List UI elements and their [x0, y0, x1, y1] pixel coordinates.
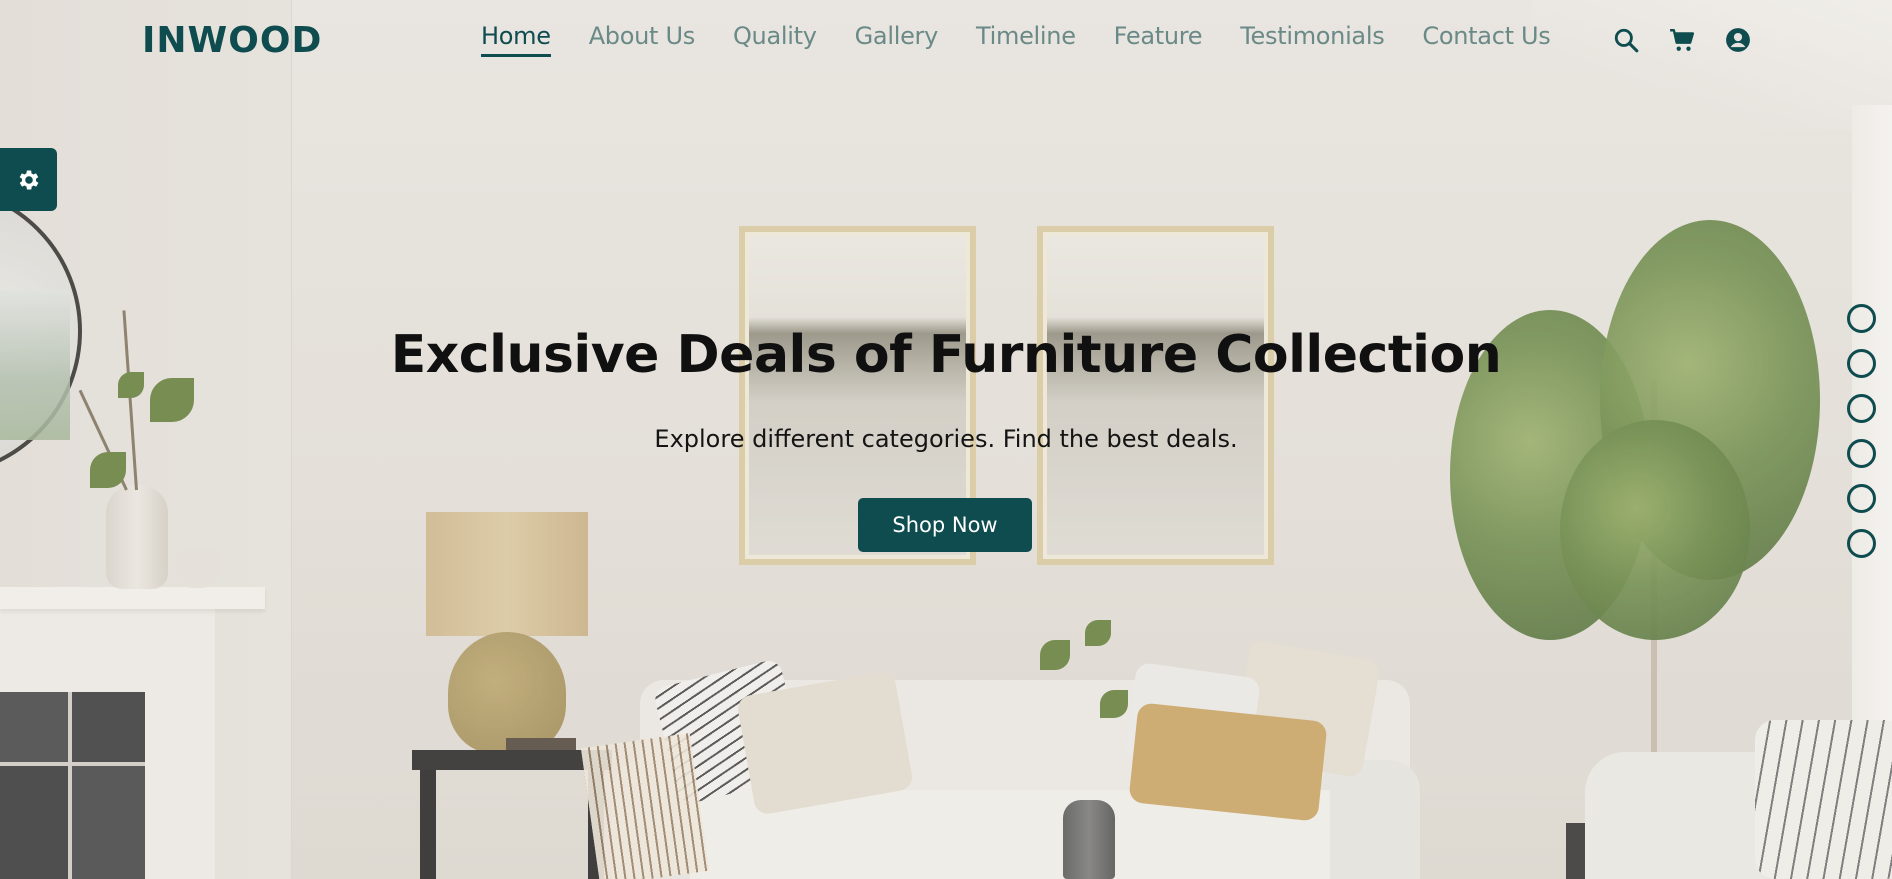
nav-gallery[interactable]: Gallery — [855, 22, 939, 57]
nav-about-us[interactable]: About Us — [589, 22, 696, 57]
cart-icon[interactable] — [1669, 27, 1695, 53]
hero-subtitle: Explore different categories. Find the b… — [654, 425, 1238, 453]
section-dot-2[interactable] — [1847, 349, 1876, 378]
nav-quality[interactable]: Quality — [733, 22, 817, 57]
nav-feature[interactable]: Feature — [1114, 22, 1203, 57]
gear-icon — [19, 169, 38, 190]
main-nav: Home About Us Quality Gallery Timeline F… — [481, 22, 1551, 57]
nav-home[interactable]: Home — [481, 22, 551, 57]
nav-timeline[interactable]: Timeline — [976, 22, 1076, 57]
user-account-icon[interactable] — [1725, 27, 1751, 53]
nav-testimonials[interactable]: Testimonials — [1240, 22, 1384, 57]
nav-contact-us[interactable]: Contact Us — [1422, 22, 1550, 57]
shop-now-button[interactable]: Shop Now — [858, 498, 1032, 552]
section-dot-5[interactable] — [1847, 484, 1876, 513]
search-icon[interactable] — [1613, 27, 1639, 53]
brand-logo[interactable]: INWOOD — [142, 20, 322, 61]
nav-icon-group — [1613, 27, 1751, 53]
section-dot-6[interactable] — [1847, 529, 1876, 558]
top-navbar: INWOOD Home About Us Quality Gallery Tim… — [0, 0, 1892, 80]
settings-button[interactable] — [0, 148, 57, 211]
section-dot-3[interactable] — [1847, 394, 1876, 423]
section-dot-1[interactable] — [1847, 304, 1876, 333]
hero-title: Exclusive Deals of Furniture Collection — [390, 325, 1502, 385]
section-dot-4[interactable] — [1847, 439, 1876, 468]
section-dots-nav — [1847, 304, 1876, 558]
